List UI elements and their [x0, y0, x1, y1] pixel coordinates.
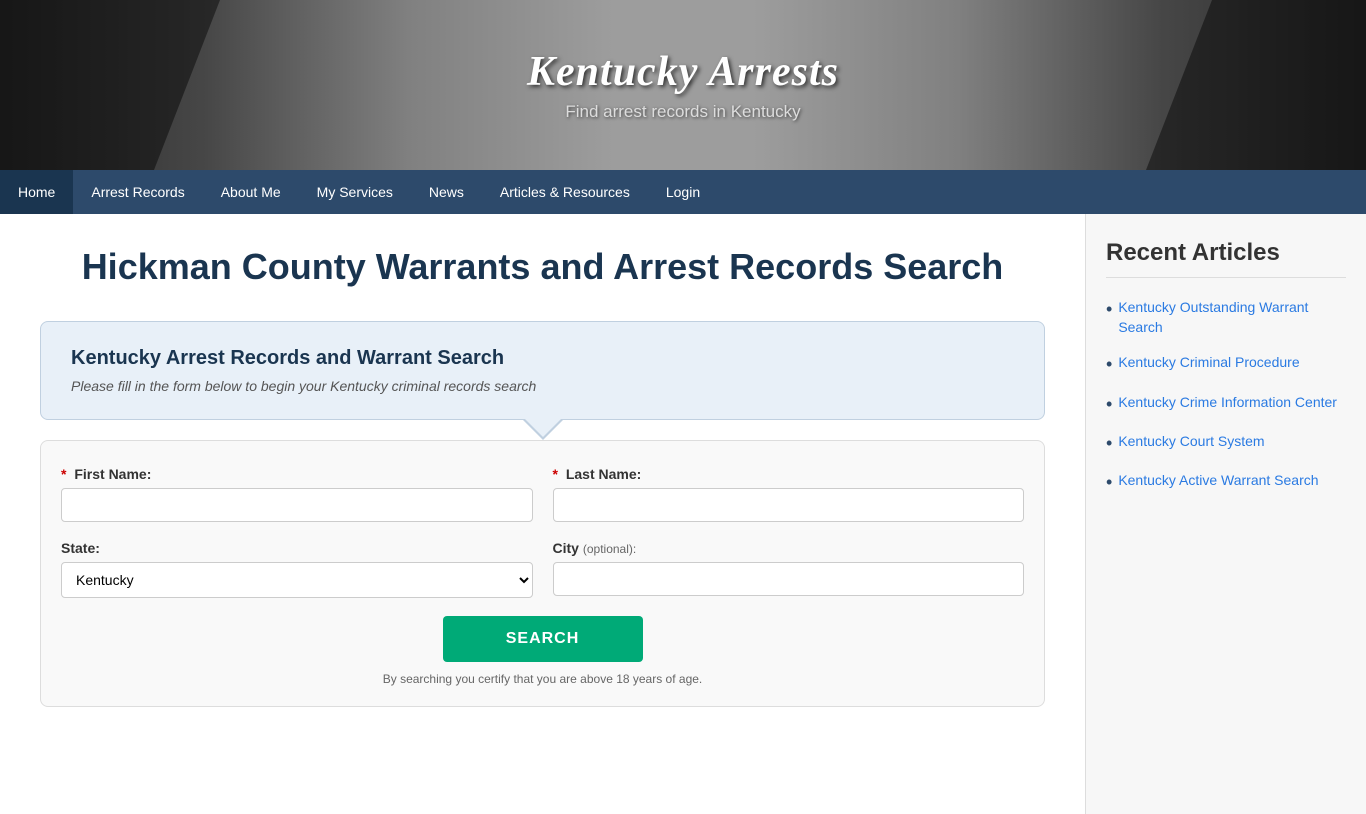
article-link-4[interactable]: Kentucky Court System: [1118, 432, 1264, 452]
last-name-label: * Last Name:: [553, 466, 1025, 482]
search-info-box: Kentucky Arrest Records and Warrant Sear…: [40, 321, 1045, 420]
city-input[interactable]: [553, 562, 1025, 596]
nav-my-services[interactable]: My Services: [299, 170, 411, 214]
state-label: State:: [61, 540, 533, 556]
nav-about-me[interactable]: About Me: [203, 170, 299, 214]
sidebar-title: Recent Articles: [1106, 239, 1346, 278]
last-name-required-star: *: [553, 466, 558, 482]
first-name-required-star: *: [61, 466, 66, 482]
nav-login[interactable]: Login: [648, 170, 718, 214]
list-item: Kentucky Crime Information Center: [1106, 393, 1346, 416]
recent-articles-list: Kentucky Outstanding Warrant Search Kent…: [1106, 298, 1346, 495]
site-subtitle: Find arrest records in Kentucky: [527, 102, 839, 122]
page-wrapper: Hickman County Warrants and Arrest Recor…: [0, 214, 1366, 814]
site-title: Kentucky Arrests: [527, 48, 839, 96]
page-title: Hickman County Warrants and Arrest Recor…: [40, 244, 1045, 291]
main-navigation: Home Arrest Records About Me My Services…: [0, 170, 1366, 214]
list-item: Kentucky Court System: [1106, 432, 1346, 455]
search-info-wrapper: Kentucky Arrest Records and Warrant Sear…: [40, 321, 1045, 440]
first-name-label: * First Name:: [61, 466, 533, 482]
first-name-group: * First Name:: [61, 466, 533, 522]
header-text: Kentucky Arrests Find arrest records in …: [527, 48, 839, 122]
form-disclaimer: By searching you certify that you are ab…: [61, 672, 1024, 686]
first-name-input[interactable]: [61, 488, 533, 522]
last-name-input[interactable]: [553, 488, 1025, 522]
list-item: Kentucky Active Warrant Search: [1106, 471, 1346, 494]
search-box-subtitle: Please fill in the form below to begin y…: [71, 378, 1014, 394]
search-box-arrow: [523, 420, 563, 440]
article-link-5[interactable]: Kentucky Active Warrant Search: [1118, 471, 1318, 491]
list-item: Kentucky Criminal Procedure: [1106, 353, 1346, 376]
article-link-2[interactable]: Kentucky Criminal Procedure: [1118, 353, 1299, 373]
article-link-3[interactable]: Kentucky Crime Information Center: [1118, 393, 1337, 413]
nav-home[interactable]: Home: [0, 170, 73, 214]
site-header: Kentucky Arrests Find arrest records in …: [0, 0, 1366, 170]
city-label: City (optional):: [553, 540, 1025, 556]
city-optional-text: (optional):: [583, 542, 636, 556]
article-link-1[interactable]: Kentucky Outstanding Warrant Search: [1118, 298, 1346, 337]
state-group: State: Kentucky: [61, 540, 533, 598]
last-name-label-text: Last Name:: [566, 466, 641, 482]
search-box-title: Kentucky Arrest Records and Warrant Sear…: [71, 347, 1014, 370]
nav-arrest-records[interactable]: Arrest Records: [73, 170, 202, 214]
list-item: Kentucky Outstanding Warrant Search: [1106, 298, 1346, 337]
search-form-container: * First Name: * Last Name:: [40, 440, 1045, 707]
last-name-group: * Last Name:: [553, 466, 1025, 522]
state-select[interactable]: Kentucky: [61, 562, 533, 598]
name-row: * First Name: * Last Name:: [61, 466, 1024, 522]
state-city-row: State: Kentucky City (optional):: [61, 540, 1024, 598]
nav-articles-resources[interactable]: Articles & Resources: [482, 170, 648, 214]
search-button[interactable]: SEARCH: [443, 616, 643, 662]
search-form: * First Name: * Last Name:: [61, 466, 1024, 686]
city-group: City (optional):: [553, 540, 1025, 598]
city-label-text: City: [553, 540, 579, 556]
main-content: Hickman County Warrants and Arrest Recor…: [0, 214, 1086, 814]
nav-news[interactable]: News: [411, 170, 482, 214]
first-name-label-text: First Name:: [74, 466, 151, 482]
sidebar: Recent Articles Kentucky Outstanding War…: [1086, 214, 1366, 814]
